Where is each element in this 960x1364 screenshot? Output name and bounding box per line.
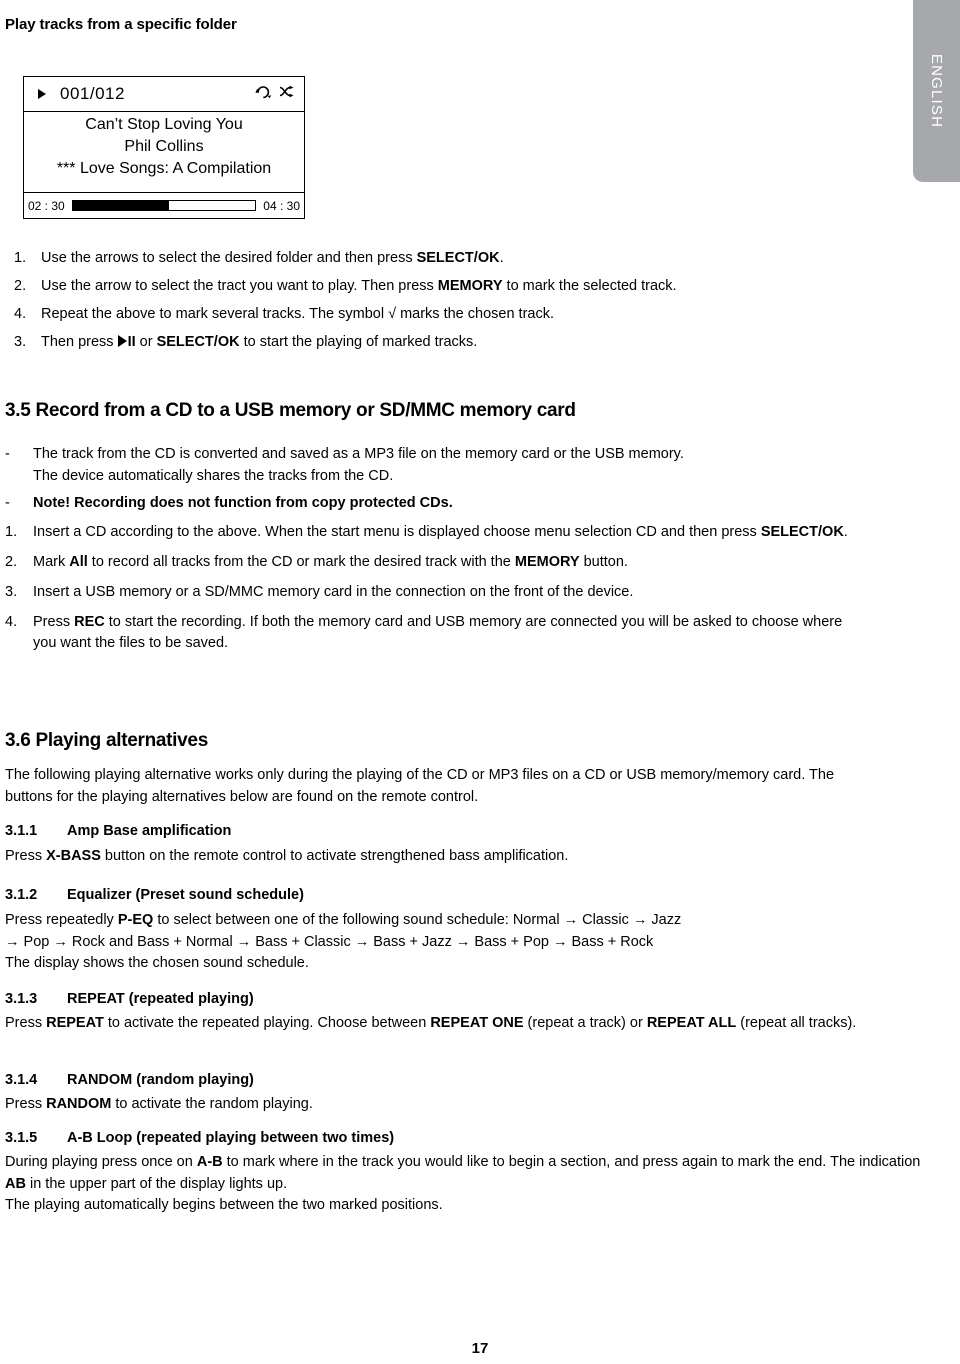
heading-text: A-B Loop (repeated playing between two t… bbox=[67, 1130, 395, 1146]
section-3-5-bullets: - The track from the CD is converted and… bbox=[5, 444, 684, 521]
lcd-top-row: 001/012 bbox=[24, 77, 304, 112]
heading-3-5: 3.5 Record from a CD to a USB memory or … bbox=[5, 400, 576, 421]
list-item: 4. Repeat the above to mark several trac… bbox=[14, 304, 840, 325]
list-item: 3. Insert a USB memory or a SD/MMC memor… bbox=[5, 582, 860, 603]
heading-3-6: 3.6 Playing alternatives bbox=[5, 730, 208, 751]
repeat-icon bbox=[255, 84, 272, 99]
heading-text: REPEAT (repeated playing) bbox=[67, 991, 254, 1007]
heading-number: 3.1.1 bbox=[5, 823, 38, 839]
lcd-status-icons bbox=[255, 84, 296, 99]
heading-number: 3.1.2 bbox=[5, 887, 38, 903]
list-item-text: Note! Recording does not function from c… bbox=[33, 495, 453, 511]
heading-3-1-1: 3.1.1 Amp Base amplification bbox=[5, 823, 231, 839]
page-number: 17 bbox=[471, 1340, 489, 1357]
heading-text: Amp Base amplification bbox=[67, 823, 232, 839]
bullet-marker: - bbox=[5, 495, 10, 511]
list-item-number: 3. bbox=[5, 584, 18, 600]
lcd-progress-bar bbox=[71, 200, 257, 211]
list-item: - The track from the CD is converted and… bbox=[5, 444, 684, 487]
list-item-number: 1. bbox=[5, 524, 18, 540]
bullet-marker: - bbox=[5, 446, 10, 462]
language-tab-label: ENGLISH bbox=[928, 53, 945, 129]
folder-steps-list: 1. Use the arrows to select the desired … bbox=[14, 248, 840, 360]
lcd-artist: Phil Collins bbox=[124, 138, 204, 155]
list-item-text: The track from the CD is converted and s… bbox=[33, 446, 684, 484]
section-3-1-2-body: Press repeatedly P-EQ to select between … bbox=[5, 912, 682, 971]
list-item-text: Repeat the above to mark several tracks.… bbox=[41, 306, 554, 322]
list-item: 3. Then press II or SELECT/OK to start t… bbox=[14, 332, 840, 353]
list-item-number: 4. bbox=[14, 306, 27, 322]
list-item-text: Insert a USB memory or a SD/MMC memory c… bbox=[33, 584, 634, 600]
heading-3-1-3: 3.1.3 REPEAT (repeated playing) bbox=[5, 991, 254, 1007]
section-3-1-3-body: Press REPEAT to activate the repeated pl… bbox=[5, 1015, 857, 1031]
heading-text: Equalizer (Preset sound schedule) bbox=[67, 887, 304, 903]
lcd-total-time: 04 : 30 bbox=[263, 198, 300, 213]
heading-number: 3.1.4 bbox=[5, 1072, 38, 1088]
heading-3-1-5: 3.1.5 A-B Loop (repeated playing between … bbox=[5, 1130, 394, 1146]
heading-text: RANDOM (random playing) bbox=[67, 1072, 254, 1088]
play-triangle-icon bbox=[117, 335, 127, 347]
heading-3-1-4: 3.1.4 RANDOM (random playing) bbox=[5, 1072, 254, 1088]
list-item-text: Then press II or SELECT/OK to start the … bbox=[41, 334, 478, 350]
list-item: - Note! Recording does not function from… bbox=[5, 493, 684, 515]
list-item-text: Insert a CD according to the above. When… bbox=[33, 524, 848, 540]
document-page: ENGLISH Play tracks from a specific fold… bbox=[0, 0, 960, 1364]
section-3-5-steps: 1. Insert a CD according to the above. W… bbox=[5, 522, 860, 663]
list-item-number: 3. bbox=[14, 334, 27, 350]
play-triangle-icon bbox=[38, 89, 46, 99]
section-3-6-intro: The following playing alternative works … bbox=[5, 767, 835, 805]
lcd-elapsed-time: 02 : 30 bbox=[28, 198, 65, 213]
list-item-text: Press REC to start the recording. If bot… bbox=[33, 614, 843, 651]
list-item: 2. Mark All to record all tracks from th… bbox=[5, 552, 860, 573]
list-item-number: 1. bbox=[14, 250, 27, 266]
page-title: Play tracks from a specific folder bbox=[5, 16, 237, 33]
list-item-number: 4. bbox=[5, 614, 18, 630]
lcd-display-illustration: 001/012 Can’t Stop Loving You Phil Colli… bbox=[23, 76, 305, 219]
lcd-track-metadata: Can’t Stop Loving You Phil Collins *** L… bbox=[24, 112, 304, 180]
list-item: 1. Use the arrows to select the desired … bbox=[14, 248, 840, 269]
section-3-1-1-body: Press X-BASS button on the remote contro… bbox=[5, 848, 569, 864]
list-item-number: 2. bbox=[5, 554, 18, 570]
language-tab: ENGLISH bbox=[913, 0, 960, 182]
list-item: 2. Use the arrow to select the tract you… bbox=[14, 276, 840, 297]
lcd-track-number: 001/012 bbox=[60, 84, 125, 103]
list-item-number: 2. bbox=[14, 278, 27, 294]
section-3-1-4-body: Press RANDOM to activate the random play… bbox=[5, 1096, 313, 1112]
lcd-progress-fill bbox=[72, 201, 170, 210]
shuffle-icon bbox=[279, 84, 296, 99]
heading-number: 3.1.3 bbox=[5, 991, 38, 1007]
heading-3-1-2: 3.1.2 Equalizer (Preset sound schedule) bbox=[5, 887, 304, 903]
section-3-1-5-body: During playing press once on A-B to mark… bbox=[5, 1154, 921, 1213]
heading-number: 3.1.5 bbox=[5, 1130, 38, 1146]
lcd-album: *** Love Songs: A Compilation bbox=[56, 160, 272, 177]
list-item: 4. Press REC to start the recording. If … bbox=[5, 612, 860, 654]
lcd-track-title: Can’t Stop Loving You bbox=[85, 116, 243, 133]
list-item-text: Mark All to record all tracks from the C… bbox=[33, 554, 628, 570]
list-item-text: Use the arrows to select the desired fol… bbox=[41, 250, 504, 266]
lcd-footer: 02 : 30 04 : 30 bbox=[24, 192, 304, 218]
list-item: 1. Insert a CD according to the above. W… bbox=[5, 522, 860, 543]
list-item-text: Use the arrow to select the tract you wa… bbox=[41, 278, 677, 294]
